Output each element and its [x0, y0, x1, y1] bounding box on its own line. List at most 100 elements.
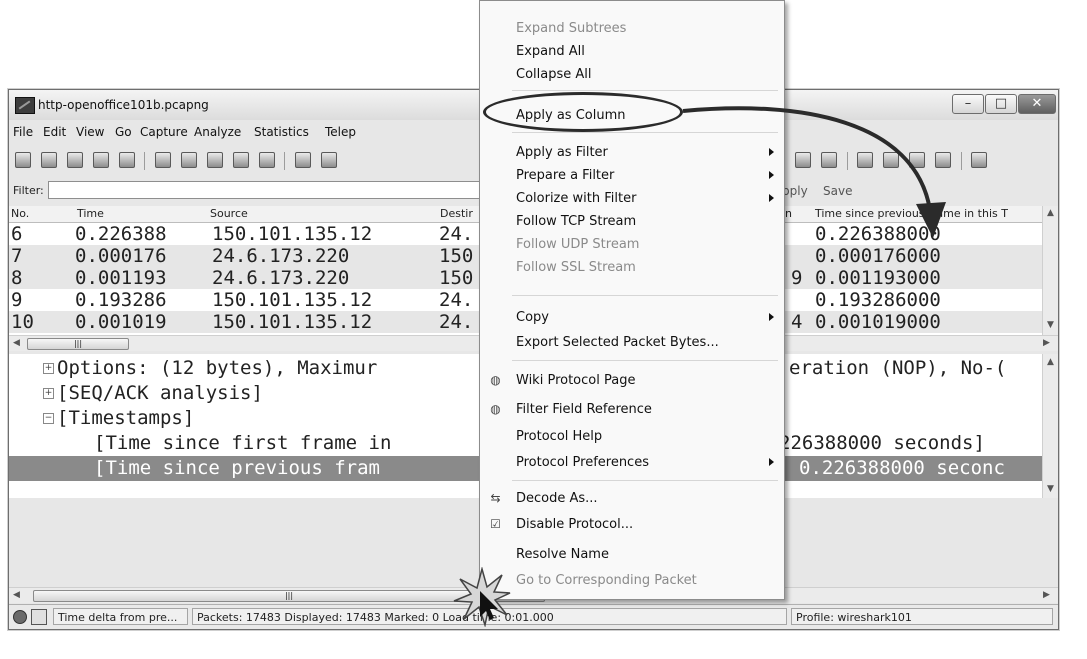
cell-time: 0.001193 [75, 267, 167, 289]
tree-item-label: [SEQ/ACK analysis] [57, 382, 263, 404]
tree-item-label: Options: (12 bytes), Maximur [57, 357, 378, 379]
menu-view[interactable]: View [76, 125, 104, 139]
menu-item-collapse-all[interactable]: Collapse All [480, 63, 784, 86]
cell-source: 150.101.135.12 [212, 223, 373, 245]
menu-analyze[interactable]: Analyze [194, 125, 241, 139]
close-button[interactable]: ✕ [1018, 94, 1056, 114]
cell-destination: 24. [439, 311, 474, 333]
menu-edit[interactable]: Edit [43, 125, 66, 139]
expand-plus-icon[interactable]: + [43, 363, 54, 374]
menu-item-label: Follow UDP Stream [516, 237, 640, 252]
scroll-right-icon[interactable]: ▶ [1043, 590, 1050, 600]
close-icon: ✕ [1031, 96, 1043, 111]
options-icon[interactable] [41, 152, 57, 168]
cell-time: 0.001019 [75, 311, 167, 333]
callout-arrow [682, 106, 946, 238]
tree-item-label: [Time since first frame in [94, 432, 392, 454]
menu-item-decode-as[interactable]: ⇆ Decode As... [480, 487, 784, 510]
callout-arrow-line [682, 106, 932, 211]
click-burst-icon [453, 567, 511, 627]
menu-item-label: Decode As... [516, 491, 598, 506]
menu-item-expand-subtrees[interactable]: Expand Subtrees [480, 17, 784, 40]
menu-item-protocol-preferences[interactable]: Protocol Preferences [480, 451, 784, 474]
menu-item-resolve-name[interactable]: Resolve Name [480, 543, 784, 566]
tree-item-label-continued: 226388000 seconds] [779, 432, 985, 454]
cell-no: 10 [11, 311, 34, 333]
menu-item-copy[interactable]: Copy [480, 306, 784, 329]
menu-item-expand-all[interactable]: Expand All [480, 40, 784, 63]
interfaces-icon[interactable] [15, 152, 31, 168]
col-time[interactable]: Time [77, 207, 104, 220]
cell-time: 0.000176 [75, 245, 167, 267]
scroll-down-icon[interactable]: ▼ [1047, 484, 1054, 494]
scroll-left-icon[interactable]: ◀ [13, 338, 20, 348]
scroll-right-icon[interactable]: ▶ [1043, 338, 1050, 348]
col-destination[interactable]: Destir [440, 207, 473, 220]
col-source[interactable]: Source [210, 207, 248, 220]
scroll-left-icon[interactable]: ◀ [13, 590, 20, 600]
globe-icon: ◍ [490, 373, 501, 387]
menu-telephony[interactable]: Telep [325, 125, 356, 139]
open-file-icon[interactable] [155, 152, 171, 168]
menu-item-label: Expand All [516, 44, 585, 59]
expand-plus-icon[interactable]: + [43, 388, 54, 399]
details-vertical-scrollbar[interactable]: ▲ ▼ [1042, 354, 1058, 498]
save-file-icon[interactable] [181, 152, 197, 168]
menu-item-go-to-corresponding-packet[interactable]: Go to Corresponding Packet [480, 569, 784, 592]
cell-no: 8 [11, 267, 23, 289]
col-no[interactable]: No. [11, 207, 29, 220]
maximize-icon: □ [994, 96, 1008, 111]
restart-capture-icon[interactable] [119, 152, 135, 168]
stop-capture-icon[interactable] [93, 152, 109, 168]
filter-label: Filter: [13, 184, 44, 197]
cell-no: 7 [11, 245, 23, 267]
comment-edit-icon[interactable] [31, 609, 47, 625]
cell-destination: 150 [439, 267, 474, 289]
menu-item-export-selected-packet-bytes[interactable]: Export Selected Packet Bytes... [480, 331, 784, 354]
menu-separator [512, 360, 778, 361]
menu-separator [512, 90, 778, 91]
cell-info: 9 [791, 267, 803, 289]
status-field-hint: Time delta from pre... [53, 608, 188, 625]
wireshark-app-icon [15, 97, 35, 114]
tree-item-label-continued: eration (NOP), No-( [789, 357, 1007, 379]
menu-item-label: Protocol Preferences [516, 455, 649, 470]
collapse-minus-icon[interactable]: − [43, 413, 54, 424]
back-icon[interactable] [321, 152, 337, 168]
cell-no: 6 [11, 223, 23, 245]
callout-arrow-head [916, 202, 946, 238]
menu-item-label: Expand Subtrees [516, 21, 627, 36]
menu-item-label: Resolve Name [516, 547, 609, 562]
menu-capture[interactable]: Capture [140, 125, 188, 139]
menu-statistics[interactable]: Statistics [254, 125, 309, 139]
menu-item-filter-field-reference[interactable]: ◍ Filter Field Reference [480, 398, 784, 421]
menu-item-disable-protocol[interactable]: ☑ Disable Protocol... [480, 513, 784, 536]
find-icon[interactable] [295, 152, 311, 168]
scroll-up-icon[interactable]: ▲ [1047, 208, 1054, 218]
submenu-arrow-icon [769, 458, 774, 466]
menu-item-label: Apply as Filter [516, 145, 608, 160]
status-bar: Time delta from pre... Packets: 17483 Di… [9, 604, 1058, 629]
packet-list-vertical-scrollbar[interactable]: ▲ ▼ [1042, 206, 1058, 335]
scroll-down-icon[interactable]: ▼ [1047, 320, 1054, 330]
cell-source: 24.6.173.220 [212, 267, 350, 289]
print-icon[interactable] [259, 152, 275, 168]
menu-item-protocol-help[interactable]: Protocol Help [480, 425, 784, 448]
menu-file[interactable]: File [13, 125, 33, 139]
menu-item-label: Follow SSL Stream [516, 260, 636, 275]
menu-item-label: Wiki Protocol Page [516, 373, 636, 388]
close-file-icon[interactable] [207, 152, 223, 168]
reload-icon[interactable] [233, 152, 249, 168]
scroll-up-icon[interactable]: ▲ [1047, 357, 1054, 367]
scrollbar-thumb[interactable]: ||| [27, 338, 129, 350]
cell-delta: 0.001193000 [815, 267, 941, 289]
submenu-arrow-icon [769, 313, 774, 321]
menu-item-label: Export Selected Packet Bytes... [516, 335, 719, 350]
status-profile[interactable]: Profile: wireshark101 [791, 608, 1053, 625]
maximize-button[interactable]: □ [985, 94, 1017, 114]
menu-go[interactable]: Go [115, 125, 132, 139]
menu-item-wiki-protocol-page[interactable]: ◍ Wiki Protocol Page [480, 369, 784, 392]
expert-info-icon[interactable] [13, 610, 27, 624]
start-capture-icon[interactable] [67, 152, 83, 168]
menu-item-label: Protocol Help [516, 429, 603, 444]
